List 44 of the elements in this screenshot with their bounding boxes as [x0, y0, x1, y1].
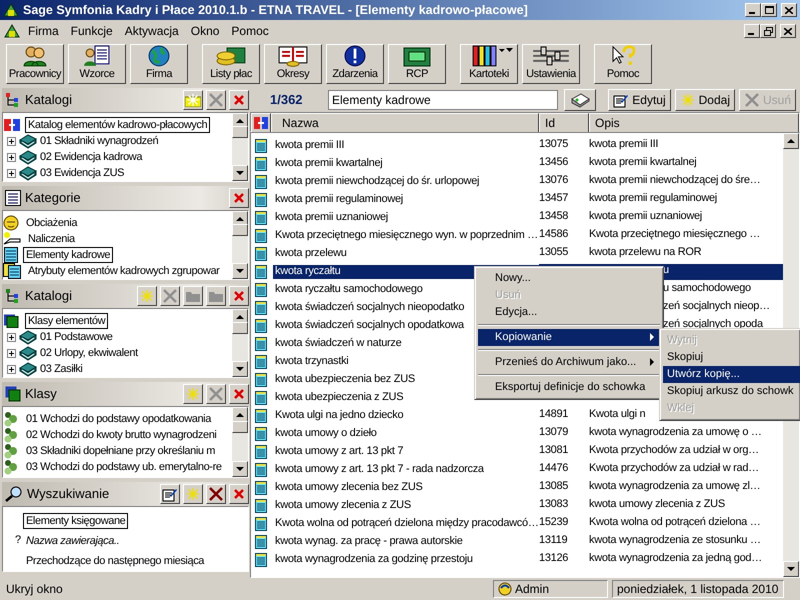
table-cell: kwota premii kwartalnej [589, 156, 696, 168]
table-cell: 13075 [539, 138, 568, 150]
table-cell: kwota wynagrodzenia za umowę zl… [589, 480, 760, 492]
panel-title: Katalogi [25, 92, 72, 108]
table-cell: kwota premii regulaminowej [589, 192, 717, 204]
panel-title: Klasy [25, 386, 57, 402]
table-cell: 13083 [539, 498, 568, 510]
panel-title: Kategorie [25, 190, 81, 206]
table-cell: 13126 [539, 552, 568, 564]
table-cell: kwota wynagrodzenia za umowę o … [589, 426, 762, 438]
table-cell: 13055 [539, 246, 568, 258]
table-cell: zeń socjalnych opoda [663, 318, 763, 330]
record-counter: 1/362 [270, 92, 304, 108]
user-name: Admin [515, 582, 550, 596]
query-marker: ? [15, 534, 21, 546]
table-cell: 13456 [539, 156, 568, 168]
table-cell: 13119 [539, 534, 568, 546]
table-cell: kwota umowy zlecenia z ZUS [589, 498, 725, 510]
table-cell: 13081 [539, 444, 568, 456]
table-cell: Kwota wolna od potrąceń dzielona … [589, 516, 760, 528]
table-cell: kwota wynagrodzenia ze stosunku … [589, 534, 761, 546]
table-cell: Kwota przychodów za udział w rad… [589, 462, 759, 474]
table-cell: Kwota ulgi n [589, 408, 646, 420]
table-cell: 13458 [539, 210, 568, 222]
table-cell: zeń socjalnych nieop… [663, 300, 770, 312]
table-cell: 14586 [539, 228, 568, 240]
table-cell: 15239 [539, 516, 568, 528]
table-cell: kwota premii niewchodzącej do śre… [589, 174, 760, 186]
date-text: poniedziałek, 1 listopada 2010 [617, 582, 778, 596]
table-cell: 13085 [539, 480, 568, 492]
panel-title: Wyszukiwanie [27, 486, 110, 502]
table-cell: kwota premii uznaniowej [589, 210, 702, 222]
table-cell: kwota premii III [589, 138, 658, 150]
table-cell: 13076 [539, 174, 568, 186]
table-cell: Kwota przychodów za udział w org… [589, 444, 759, 456]
panel-title: Katalogi [25, 288, 72, 304]
table-cell: 14891 [539, 408, 568, 420]
table-cell: Kwota przeciętnego miesięcznego … [589, 228, 760, 240]
window-title: Sage Symfonia Kadry i Płace 2010.1.b - ETNA TRAVEL - [Elementy kadrowo-płacowe] [23, 2, 528, 18]
table-cell: kwota przelewu na ROR [589, 246, 702, 258]
table-cell: 13457 [539, 192, 568, 204]
table-cell: kwota wynagrodzenia za jedną god… [589, 552, 762, 564]
table-cell: 13079 [539, 426, 568, 438]
table-cell: 14476 [539, 462, 568, 474]
